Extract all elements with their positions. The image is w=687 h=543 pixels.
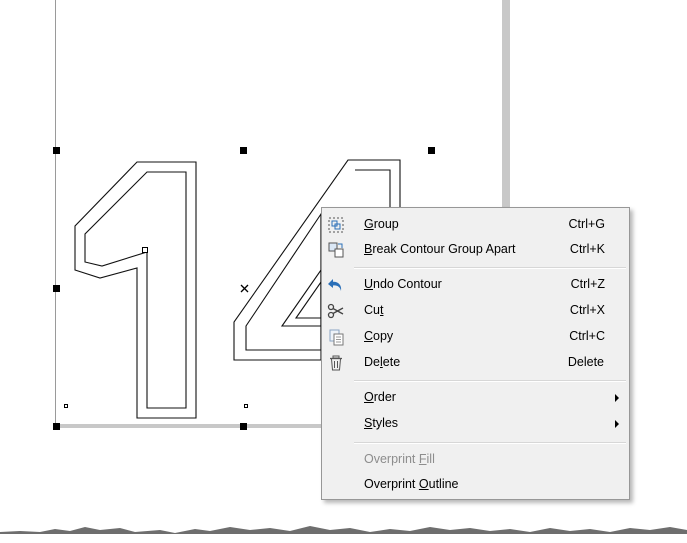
menu-item-overprint-fill: Overprint Fill [364,452,435,466]
submenu-arrow-icon [615,394,619,402]
page-bottom-shadow [58,424,322,428]
menu-item-break-contour-group-apart[interactable]: Break Contour Group Apart Ctrl+K [322,237,629,263]
menu-item-undo-contour[interactable]: Undo Contour Ctrl+Z [322,272,629,298]
rotation-center-mark[interactable] [240,284,249,293]
handle-top-right [428,147,435,154]
node-markers[interactable] [64,247,248,408]
menu-item-delete[interactable]: Delete Delete [322,350,629,376]
handle-bottom-left [53,423,60,430]
shortcut-label: Ctrl+C [569,329,605,343]
scissors-icon [327,302,345,320]
menu-item-styles[interactable]: Styles [322,411,629,437]
menu-item-order[interactable]: Order [322,385,629,411]
menu-item-group[interactable]: Group Ctrl+G [322,212,629,238]
shortcut-label: Ctrl+X [569,303,605,317]
drawing-canvas[interactable]: Group Ctrl+G Break Contour Group Apart C… [0,0,687,543]
shortcut-label: Ctrl+Z [570,277,605,291]
menu-separator [354,267,626,269]
menu-item-cut[interactable]: Cut Ctrl+X [322,298,629,324]
trash-icon [327,354,345,372]
break-apart-icon [327,241,345,259]
menu-separator [354,380,626,382]
shortcut-label: Delete [567,355,604,369]
handle-middle-left [53,285,60,292]
undo-icon [327,276,345,294]
shortcut-label: Ctrl+G [568,217,605,231]
menu-item-overprint-outline[interactable]: Overprint Outline [322,472,629,498]
copy-icon [327,328,345,346]
handle-top-middle [240,147,247,154]
handle-bottom-middle [240,423,247,430]
group-icon [327,216,345,234]
menu-item-copy[interactable]: Copy Ctrl+C [322,324,629,350]
shortcut-label: Ctrl+K [569,242,605,256]
context-menu[interactable]: Group Ctrl+G Break Contour Group Apart C… [321,207,630,500]
handle-top-left [53,147,60,154]
contour-digit-one[interactable] [74,161,197,419]
submenu-arrow-icon [615,420,619,428]
menu-separator [354,442,626,444]
